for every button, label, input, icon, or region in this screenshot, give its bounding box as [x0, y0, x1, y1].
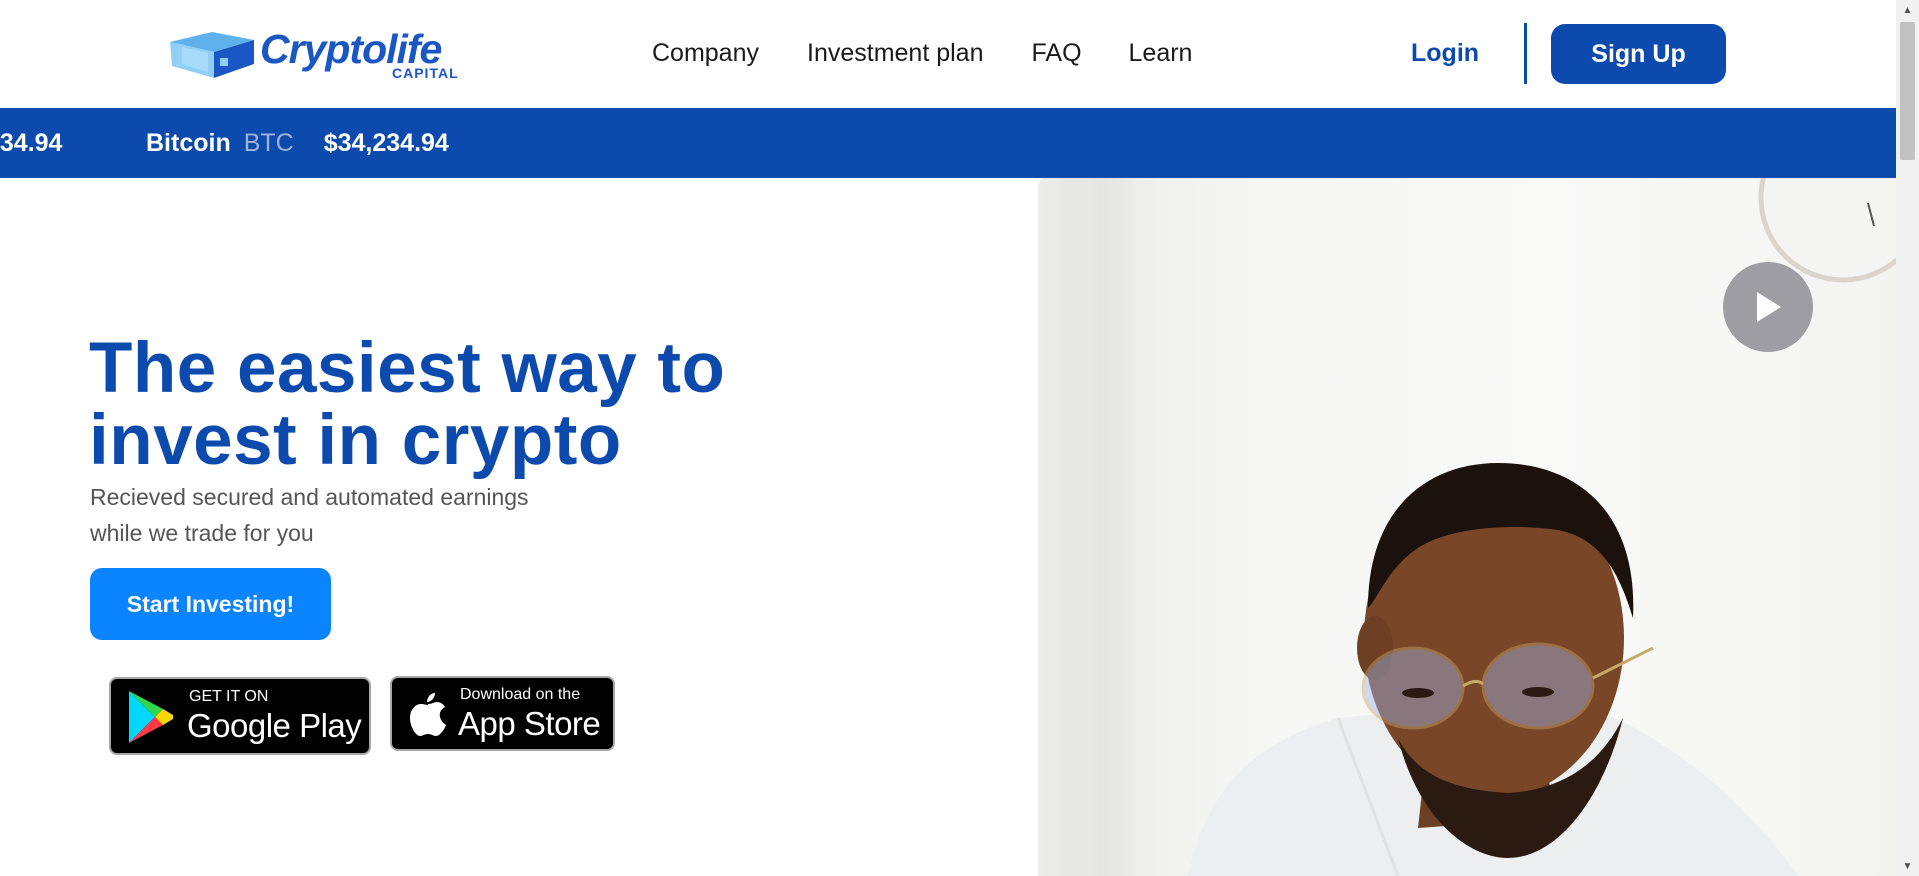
scroll-up-arrow-icon[interactable]: ▲	[1896, 0, 1919, 20]
ticker-price: $34,234.94	[323, 128, 449, 157]
ticker-item: Bitcoin BTC $34,234.94	[146, 108, 449, 178]
app-store-big-text: App Store	[458, 705, 601, 742]
page-scrollbar[interactable]: ▲ ▼	[1896, 0, 1919, 876]
signup-button[interactable]: Sign Up	[1551, 24, 1726, 84]
hero-subtitle-line1: Recieved secured and automated earnings	[90, 484, 529, 510]
hero-title-line2: invest in crypto	[89, 401, 622, 480]
google-play-big-text: Google Play	[187, 707, 362, 744]
ticker-symbol: BTC	[243, 128, 294, 157]
play-video-button[interactable]	[1723, 262, 1813, 352]
nav-learn[interactable]: Learn	[1129, 38, 1193, 68]
ticker-coin-name: Bitcoin	[146, 128, 231, 157]
google-play-icon	[129, 691, 173, 743]
nav-divider	[1524, 23, 1527, 84]
scrollbar-thumb[interactable]	[1900, 22, 1915, 160]
brand-logo[interactable]: Cryptolife CAPITAL	[168, 26, 470, 82]
hero-subtitle: Recieved secured and automated earnings …	[90, 479, 630, 551]
nav-investment-plan[interactable]: Investment plan	[807, 38, 984, 68]
price-ticker: 234.94 Bitcoin BTC $34,234.94	[0, 108, 1896, 178]
nav-faq[interactable]: FAQ	[1032, 38, 1082, 68]
main-nav: Company Investment plan FAQ Learn	[652, 38, 1192, 68]
hero-title: The easiest way to invest in crypto	[89, 333, 809, 477]
site-header: Cryptolife CAPITAL Company Investment pl…	[0, 0, 1896, 108]
brand-sub: CAPITAL	[392, 65, 459, 81]
ticker-item: 234.94	[0, 108, 62, 178]
hero-title-line1: The easiest way to	[89, 329, 726, 408]
logo-box-icon	[170, 32, 254, 78]
scroll-down-arrow-icon[interactable]: ▼	[1896, 856, 1919, 876]
nav-company[interactable]: Company	[652, 38, 759, 68]
ticker-price: 234.94	[0, 128, 63, 157]
hero-subtitle-line2: while we trade for you	[90, 520, 314, 546]
app-store-small-text: Download on the	[460, 686, 581, 703]
login-link[interactable]: Login	[1411, 38, 1479, 68]
start-investing-button[interactable]: Start Investing!	[90, 568, 331, 640]
play-icon	[1757, 292, 1781, 322]
app-store-badge[interactable]: Download on the App Store	[390, 676, 615, 751]
apple-icon	[410, 693, 446, 736]
google-play-badge[interactable]: GET IT ON Google Play	[109, 677, 371, 755]
google-play-small-text: GET IT ON	[189, 688, 269, 705]
